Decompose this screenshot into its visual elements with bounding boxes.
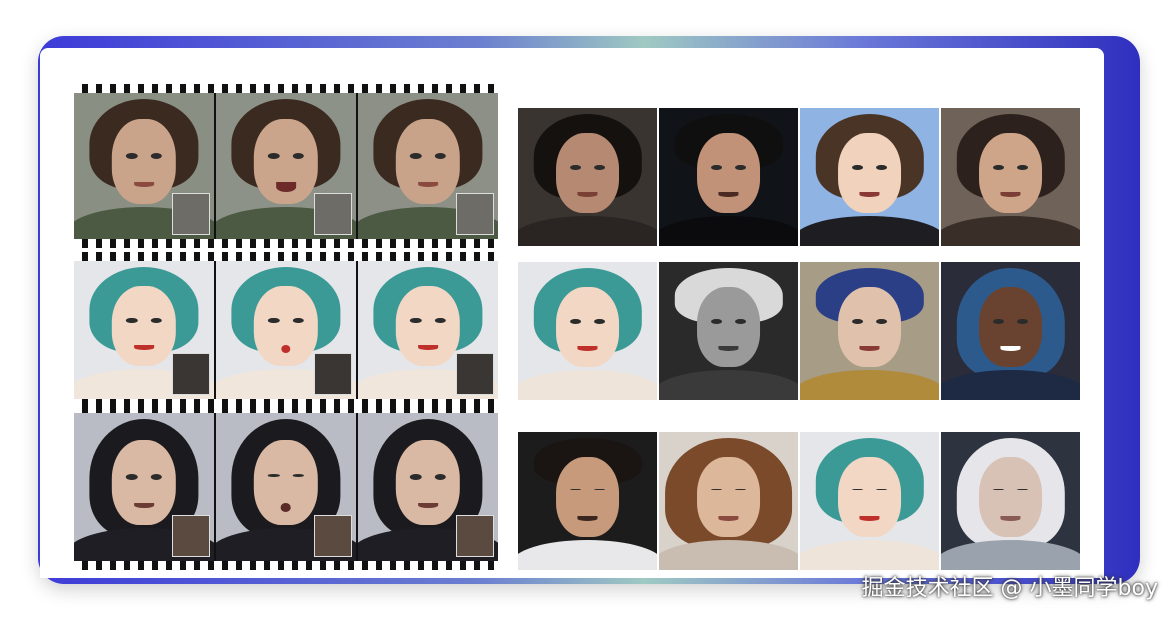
reference-thumbnail xyxy=(456,193,494,235)
portrait-image xyxy=(518,262,657,400)
portrait-row-3 xyxy=(518,432,1080,570)
film-perforation xyxy=(74,561,498,570)
portrait-image xyxy=(800,432,939,570)
portrait-image xyxy=(941,108,1080,246)
film-frame xyxy=(216,261,356,399)
portrait-image xyxy=(800,108,939,246)
film-perforation xyxy=(74,239,498,248)
film-strip-2 xyxy=(74,252,498,408)
portrait-image xyxy=(659,108,798,246)
film-strip-3 xyxy=(74,404,498,570)
film-perforation xyxy=(74,252,498,261)
film-perforation xyxy=(74,404,498,413)
film-strip-1 xyxy=(74,84,498,248)
reference-thumbnail xyxy=(314,353,352,395)
portrait-image xyxy=(800,262,939,400)
film-frame xyxy=(216,93,356,239)
film-frame xyxy=(358,261,498,399)
reference-thumbnail xyxy=(456,353,494,395)
portrait-row-1 xyxy=(518,108,1080,246)
film-frame xyxy=(358,93,498,239)
portrait-image xyxy=(518,108,657,246)
reference-thumbnail xyxy=(456,515,494,557)
portrait-image xyxy=(941,432,1080,570)
reference-thumbnail xyxy=(172,353,210,395)
film-frame xyxy=(74,93,214,239)
film-frame xyxy=(74,413,214,561)
reference-thumbnail xyxy=(314,515,352,557)
screenshot: 掘金技术社区 @ 小墨同学boy xyxy=(0,0,1176,620)
portrait-image xyxy=(518,432,657,570)
film-perforation xyxy=(74,84,498,93)
film-frame xyxy=(358,413,498,561)
portrait-row-2 xyxy=(518,262,1080,400)
reference-thumbnail xyxy=(314,193,352,235)
portrait-image xyxy=(659,262,798,400)
film-frame xyxy=(74,261,214,399)
reference-thumbnail xyxy=(172,193,210,235)
film-frame xyxy=(216,413,356,561)
portrait-image xyxy=(941,262,1080,400)
watermark-text: 掘金技术社区 @ 小墨同学boy xyxy=(861,576,1158,601)
portrait-image xyxy=(659,432,798,570)
reference-thumbnail xyxy=(172,515,210,557)
